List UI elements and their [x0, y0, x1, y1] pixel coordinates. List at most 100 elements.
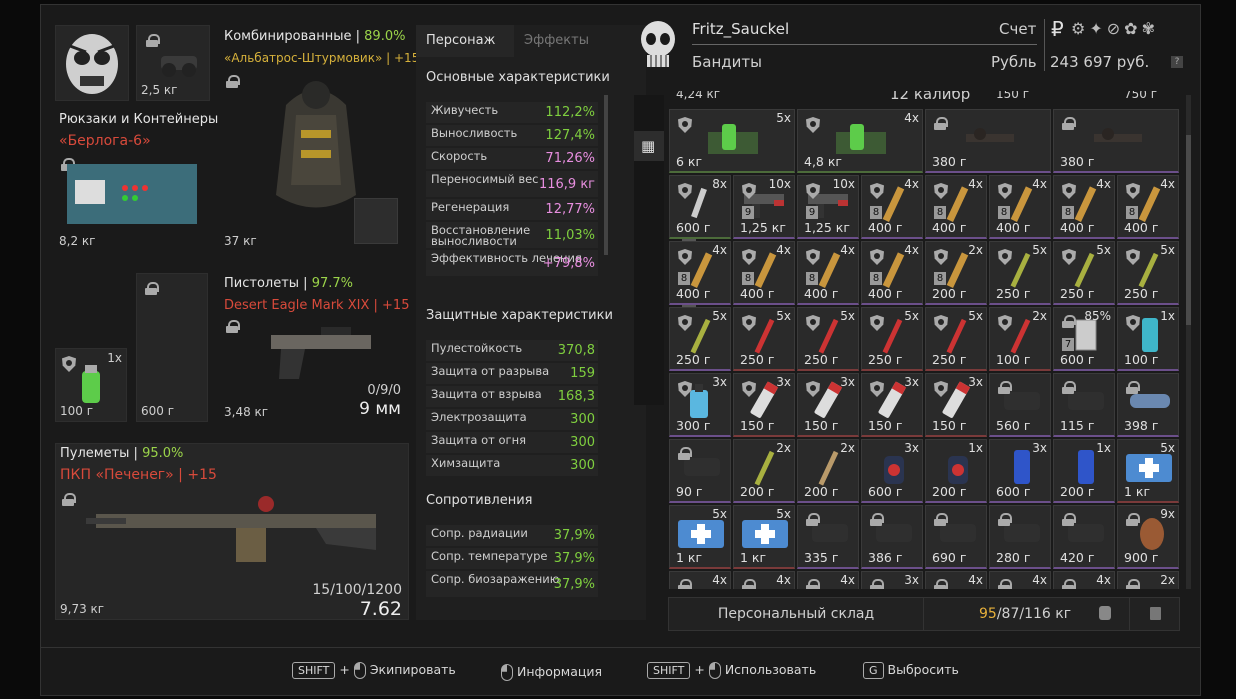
stash-item[interactable]: 3x 600 г [989, 439, 1051, 503]
pistol-slot[interactable]: 0/9/0 9 мм 3,48 кг [221, 273, 409, 422]
stash-item[interactable]: 5x 250 г [861, 307, 923, 371]
mask-slot[interactable] [55, 25, 129, 101]
stash-item[interactable]: 4x [669, 571, 731, 589]
stash-item[interactable]: 8 4x 400 г [797, 241, 859, 305]
item-weight: 100 г [1124, 352, 1159, 367]
stash-item[interactable]: 7 85% 600 г [1053, 307, 1115, 371]
stash-item[interactable]: 560 г [989, 373, 1051, 437]
stash-item[interactable]: 3x 150 г [797, 373, 859, 437]
stash-item[interactable]: 4x 4,8 кг [797, 109, 923, 173]
stash-item[interactable]: 3x 300 г [669, 373, 731, 437]
stash-item[interactable]: 8 4x 400 г [669, 241, 731, 305]
stash-item[interactable]: 5x 250 г [1053, 241, 1115, 305]
stash-item[interactable]: 4x [925, 571, 987, 589]
stash-item[interactable]: 5x 250 г [669, 307, 731, 371]
stash-item[interactable]: 5x 250 г [925, 307, 987, 371]
item-count: 2x [776, 441, 791, 455]
help-icon[interactable]: ? [1171, 56, 1183, 68]
item-weight: 400 г [932, 220, 967, 235]
currency-icons[interactable]: ⚙✦⊘✿✾ [1071, 19, 1159, 38]
stash-item[interactable]: 1x 200 г [925, 439, 987, 503]
stash-item[interactable]: 380 г [1053, 109, 1179, 173]
stash-item[interactable]: 5x 1 кг [669, 505, 731, 569]
mg-slot[interactable]: Пулеметы | 95.0% ПКП «Печенег» | +15 15/… [55, 443, 409, 620]
stash-item[interactable]: 5x 250 г [1117, 241, 1179, 305]
equip-hint[interactable]: SHIFT + Экипировать [292, 662, 456, 679]
stash-item[interactable]: 2x [1117, 571, 1179, 589]
stash-item[interactable]: 280 г [989, 505, 1051, 569]
stash-item[interactable]: 690 г [925, 505, 987, 569]
consumable-slot[interactable]: 1x 100 г [55, 348, 127, 422]
stash-label[interactable]: Персональный склад [669, 598, 924, 630]
tab-effects[interactable]: Эффекты [514, 25, 646, 57]
stash-item[interactable]: 5x 250 г [733, 307, 795, 371]
stat-value: 370,8 [557, 343, 595, 358]
ruble-icon[interactable]: ₽ [1051, 17, 1064, 41]
item-count: 4x [968, 573, 983, 587]
stash-item[interactable]: 8x 600 г [669, 175, 731, 239]
stash-item[interactable]: 5x 1 кг [733, 505, 795, 569]
stash-item[interactable]: 4x [989, 571, 1051, 589]
stat-row: Сопр. биозаражению 37,9% [426, 571, 598, 597]
stash-item[interactable]: 5x 1 кг [1117, 439, 1179, 503]
armor-insert-slot[interactable] [354, 198, 398, 244]
stat-name: Регенерация [431, 200, 510, 214]
stash-item[interactable]: 8 4x 400 г [733, 241, 795, 305]
stash-item[interactable]: 4x [797, 571, 859, 589]
stash-item[interactable]: 3x 150 г [925, 373, 987, 437]
stash-item[interactable]: 3x 600 г [861, 439, 923, 503]
item-count: 5x [776, 111, 791, 125]
stash-item[interactable]: 8 4x 400 г [861, 175, 923, 239]
item-weight: 250 г [1060, 286, 1095, 301]
stash-item[interactable]: 9x 900 г [1117, 505, 1179, 569]
use-hint[interactable]: SHIFT + Использовать [647, 662, 816, 679]
stash-item[interactable]: 115 г [1053, 373, 1115, 437]
stash-item[interactable]: 2x 100 г [989, 307, 1051, 371]
stash-item[interactable]: 386 г [861, 505, 923, 569]
item-weight: 400 г [1124, 220, 1159, 235]
stash-scrollbar[interactable] [1186, 95, 1191, 589]
stash-item[interactable]: 5x 6 кг [669, 109, 795, 173]
armor-slot[interactable]: 37 кг [221, 25, 409, 251]
mouse-left-icon [353, 662, 366, 679]
stash-item[interactable]: 2x 200 г [797, 439, 859, 503]
stash-item[interactable]: 4x [733, 571, 795, 589]
stash-item[interactable]: 5x 250 г [989, 241, 1051, 305]
filter-all-icon[interactable]: ▦ [634, 131, 664, 161]
stash-item[interactable]: 8 4x 400 г [861, 241, 923, 305]
stash-item[interactable]: 3x [861, 571, 923, 589]
stat-row: Сопр. радиации 37,9% [426, 525, 598, 546]
stat-name: Защита от взрыва [431, 387, 542, 401]
account-label: Счет [999, 20, 1037, 38]
stash-item[interactable]: 8 2x 200 г [925, 241, 987, 305]
stash-item[interactable]: 335 г [797, 505, 859, 569]
drop-hint[interactable]: G Выбросить [863, 662, 959, 679]
stash-item[interactable]: 380 г [925, 109, 1051, 173]
stash-item[interactable]: 9 10x 1,25 кг [733, 175, 795, 239]
stash-item[interactable]: 9 10x 1,25 кг [797, 175, 859, 239]
stash-item[interactable]: 2x 200 г [733, 439, 795, 503]
stash-item[interactable]: 8 4x 400 г [1053, 175, 1115, 239]
stats-scrollbar[interactable] [604, 95, 608, 255]
lock-icon [1062, 315, 1076, 328]
level-badge: 7 [1062, 338, 1074, 351]
stash-item[interactable]: 5x 250 г [797, 307, 859, 371]
stash-item[interactable]: 398 г [1117, 373, 1179, 437]
empty-slot[interactable]: 600 г [136, 273, 208, 422]
nvg-slot[interactable]: 2,5 кг [136, 25, 210, 101]
stash-item[interactable]: 420 г [1053, 505, 1115, 569]
stash-item[interactable]: 8 4x 400 г [989, 175, 1051, 239]
stash-item[interactable]: 8 4x 400 г [1117, 175, 1179, 239]
info-hint[interactable]: Информация [501, 664, 602, 681]
stash-item[interactable]: 3x 150 г [861, 373, 923, 437]
trash-button[interactable] [1129, 598, 1179, 630]
stash-item[interactable]: 8 4x 400 г [925, 175, 987, 239]
tab-character[interactable]: Персонаж [416, 25, 514, 57]
stash-item[interactable]: 1x 100 г [1117, 307, 1179, 371]
stash-item[interactable]: 3x 150 г [733, 373, 795, 437]
stash-item[interactable]: 4x [1053, 571, 1115, 589]
stash-item[interactable]: 1x 200 г [1053, 439, 1115, 503]
backpack-slot[interactable]: 8,2 кг [55, 108, 210, 251]
item-count: 5x [968, 309, 983, 323]
stash-item[interactable]: 90 г [669, 439, 731, 503]
